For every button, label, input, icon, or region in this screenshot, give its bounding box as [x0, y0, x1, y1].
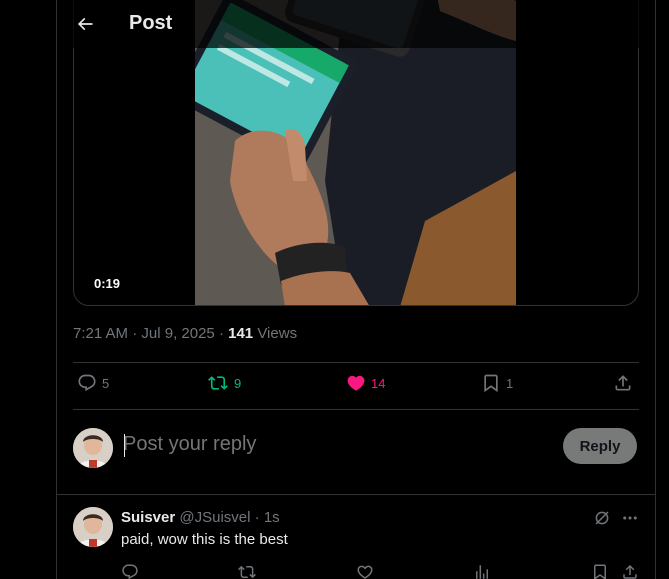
meta-separator: ·	[250, 509, 264, 526]
reply-post[interactable]: Suisver @JSuisvel · 1s paid, wow this is…	[73, 507, 639, 579]
reply-icon	[78, 374, 96, 392]
analytics-icon	[476, 565, 488, 579]
author-name[interactable]: Suisver	[121, 509, 175, 526]
like-action[interactable]: 14	[346, 373, 385, 393]
grok-icon	[595, 511, 609, 525]
bookmark-count: 1	[506, 375, 514, 391]
share-icon	[615, 375, 631, 391]
post-date[interactable]: Jul 9, 2025	[141, 325, 214, 342]
heart-filled-icon	[347, 375, 365, 391]
repost-icon	[208, 376, 228, 390]
top-header: Post	[57, 0, 655, 48]
share-action[interactable]	[613, 373, 633, 393]
like-action[interactable]	[356, 563, 374, 579]
meta-separator: ·	[128, 325, 142, 342]
text-caret	[124, 434, 125, 457]
arrow-left-icon	[77, 17, 93, 31]
bookmark-action[interactable]	[591, 563, 609, 579]
share-icon	[623, 564, 637, 579]
post-actions: 5 9 14 1	[73, 363, 639, 409]
bookmark-icon	[484, 374, 498, 393]
reply-time[interactable]: 1s	[264, 509, 280, 526]
reply-action[interactable]: 5	[77, 373, 109, 393]
views-action[interactable]	[473, 563, 491, 579]
bookmark-action[interactable]: 1	[481, 373, 513, 393]
views-count: 141	[228, 325, 254, 342]
reply-action[interactable]	[121, 563, 139, 579]
views-label: Views	[253, 325, 298, 342]
divider	[73, 409, 639, 410]
more-options-button[interactable]	[621, 509, 639, 532]
post-time[interactable]: 7:21 AM	[73, 325, 128, 342]
page-title: Post	[129, 12, 173, 34]
reply-input[interactable]	[123, 426, 503, 462]
repost-count: 9	[234, 375, 242, 391]
avatar[interactable]	[73, 428, 113, 468]
divider	[57, 494, 655, 495]
reply-composer: Reply	[73, 418, 639, 478]
like-count: 14	[371, 375, 386, 391]
author-handle[interactable]: @JSuisvel	[179, 509, 250, 526]
heart-icon	[357, 565, 373, 579]
grok-button[interactable]	[593, 509, 611, 532]
reply-count: 5	[102, 375, 110, 391]
meta-separator: ·	[214, 325, 229, 342]
share-action[interactable]	[621, 563, 639, 579]
reply-text: paid, wow this is the best	[121, 531, 288, 548]
video-duration: 0:19	[94, 276, 121, 291]
repost-action[interactable]	[237, 563, 257, 579]
bookmark-icon	[594, 564, 606, 579]
reply-header: Suisver @JSuisvel · 1s	[121, 509, 280, 526]
repost-action[interactable]: 9	[207, 373, 241, 393]
post-column: 0:19 Post 7:21 AM · Jul 9, 2025 · 141 Vi…	[56, 0, 656, 579]
avatar[interactable]	[73, 507, 113, 547]
reply-button[interactable]: Reply	[563, 428, 637, 464]
reply-actions	[121, 563, 639, 579]
repost-icon	[238, 565, 256, 579]
more-horizontal-icon	[623, 516, 637, 520]
reply-icon	[122, 564, 138, 579]
post-meta: 7:21 AM · Jul 9, 2025 · 141 Views	[73, 325, 297, 342]
user-avatar-image	[73, 507, 113, 547]
back-button[interactable]	[69, 8, 101, 40]
user-avatar-image	[73, 428, 113, 468]
